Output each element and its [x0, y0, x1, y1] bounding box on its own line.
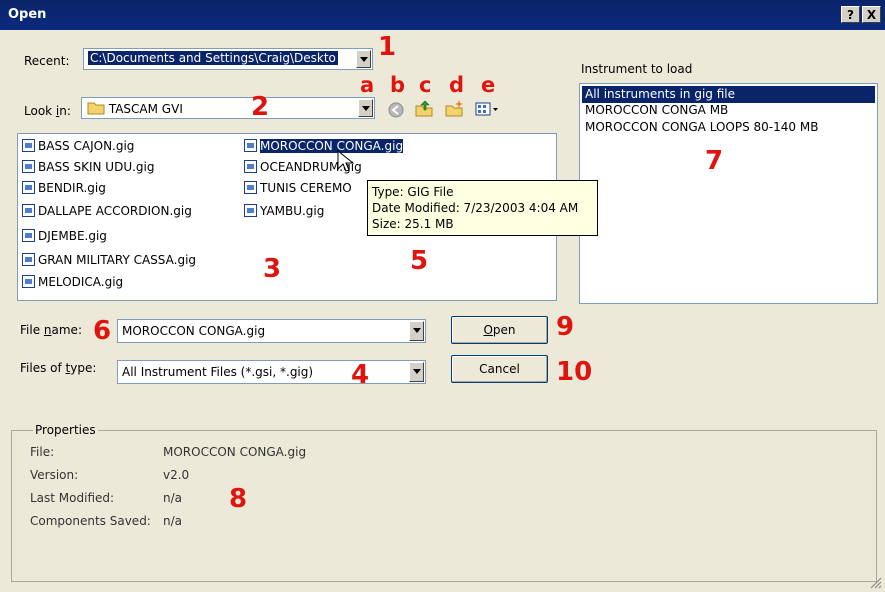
- filetype-select[interactable]: All Instrument Files (*.gsi, *.gig): [117, 360, 426, 384]
- instrument-list[interactable]: All instruments in gig file MOROCCON CON…: [579, 83, 878, 304]
- gig-file-icon: [244, 160, 257, 173]
- properties-title: Properties: [33, 423, 98, 437]
- lookin-label: Look in:: [24, 104, 71, 118]
- prop-file-value: MOROCCON CONGA.gig: [163, 445, 307, 459]
- gig-file-icon: [22, 204, 35, 217]
- marker-8: 8: [229, 484, 248, 514]
- instrument-item[interactable]: MOROCCON CONGA MB: [585, 102, 728, 119]
- lookin-dropdown-button[interactable]: [358, 99, 373, 117]
- marker-e: e: [481, 73, 496, 97]
- filetype-value: All Instrument Files (*.gsi, *.gig): [122, 365, 314, 379]
- close-button[interactable]: X: [862, 6, 881, 23]
- view-menu-icon[interactable]: [474, 100, 500, 120]
- marker-c: c: [419, 73, 432, 97]
- open-button[interactable]: Open: [451, 316, 548, 344]
- prop-components-key: Components Saved:: [30, 514, 151, 528]
- lookin-combo[interactable]: TASCAM GVI: [81, 97, 375, 119]
- marker-2: 2: [251, 92, 270, 122]
- marker-a: a: [360, 73, 375, 97]
- marker-7: 7: [705, 146, 724, 176]
- help-button[interactable]: ?: [841, 6, 860, 23]
- filetype-label: Files of type:: [20, 361, 97, 375]
- folder-icon: [87, 102, 105, 115]
- prop-modified-key: Last Modified:: [30, 491, 115, 505]
- gig-file-icon: [22, 253, 35, 266]
- tooltip-size: Size: 25.1 MB: [372, 217, 454, 231]
- file-item-selected[interactable]: MOROCCON CONGA.gig: [244, 138, 405, 155]
- instrument-label: Instrument to load: [581, 62, 693, 76]
- recent-combo[interactable]: C:\Documents and Settings\Craig\Deskto: [83, 48, 373, 70]
- tooltip-date: Date Modified: 7/23/2003 4:04 AM: [372, 201, 579, 215]
- instrument-item[interactable]: MOROCCON CONGA LOOPS 80-140 MB: [585, 119, 818, 136]
- file-item[interactable]: GRAN MILITARY CASSA.gig: [22, 252, 196, 269]
- file-item[interactable]: TUNIS CEREMO: [244, 180, 352, 197]
- recent-label: Recent:: [24, 54, 70, 68]
- prop-version-key: Version:: [30, 468, 79, 482]
- filename-input[interactable]: MOROCCON CONGA.gig: [117, 319, 426, 343]
- gig-file-icon: [22, 229, 35, 242]
- window-title: Open: [8, 7, 47, 22]
- cancel-button[interactable]: Cancel: [451, 355, 548, 383]
- file-tooltip: Type: GIG File Date Modified: 7/23/2003 …: [367, 180, 598, 236]
- prop-file-key: File:: [30, 445, 55, 459]
- recent-value: C:\Documents and Settings\Craig\Deskto: [88, 51, 338, 65]
- gig-file-icon: [244, 181, 257, 194]
- filename-value: MOROCCON CONGA.gig: [122, 324, 266, 338]
- file-item[interactable]: YAMBU.gig: [244, 203, 324, 220]
- gig-file-icon: [22, 139, 35, 152]
- marker-3: 3: [263, 254, 282, 284]
- file-item[interactable]: BASS CAJON.gig: [22, 138, 134, 155]
- prop-version-value: v2.0: [163, 468, 190, 482]
- marker-1: 1: [378, 32, 397, 62]
- prop-components-value: n/a: [163, 514, 183, 528]
- marker-b: b: [390, 73, 406, 97]
- marker-5: 5: [410, 246, 429, 276]
- prop-modified-value: n/a: [163, 491, 183, 505]
- resize-grip-icon[interactable]: [868, 575, 882, 589]
- marker-4: 4: [351, 360, 370, 390]
- marker-9: 9: [556, 312, 575, 342]
- marker-6: 6: [93, 316, 112, 346]
- file-item[interactable]: BENDIR.gig: [22, 180, 106, 197]
- gig-file-icon: [244, 204, 257, 217]
- gig-file-icon: [244, 139, 257, 152]
- file-item[interactable]: DALLAPE ACCORDION.gig: [22, 203, 192, 220]
- title-bar: Open ? X: [0, 0, 885, 30]
- marker-10: 10: [556, 357, 593, 387]
- gig-file-icon: [22, 275, 35, 288]
- back-icon[interactable]: [386, 100, 406, 120]
- properties-group: [11, 430, 877, 582]
- file-item[interactable]: DJEMBE.gig: [22, 228, 107, 245]
- file-item[interactable]: MELODICA.gig: [22, 274, 123, 291]
- new-folder-icon[interactable]: [444, 98, 464, 118]
- filename-label: File name:: [20, 323, 82, 337]
- filetype-dropdown-button[interactable]: [409, 362, 424, 382]
- up-folder-icon[interactable]: [414, 98, 434, 118]
- filename-dropdown-button[interactable]: [409, 321, 424, 341]
- file-item[interactable]: BASS SKIN UDU.gig: [22, 159, 155, 176]
- recent-dropdown-button[interactable]: [356, 50, 371, 68]
- gig-file-icon: [22, 181, 35, 194]
- lookin-value: TASCAM GVI: [108, 102, 183, 116]
- tooltip-type: Type: GIG File: [372, 185, 454, 199]
- mouse-cursor-icon: [337, 150, 355, 172]
- instrument-item-all[interactable]: All instruments in gig file: [582, 86, 875, 103]
- gig-file-icon: [22, 160, 35, 173]
- marker-d: d: [449, 73, 465, 97]
